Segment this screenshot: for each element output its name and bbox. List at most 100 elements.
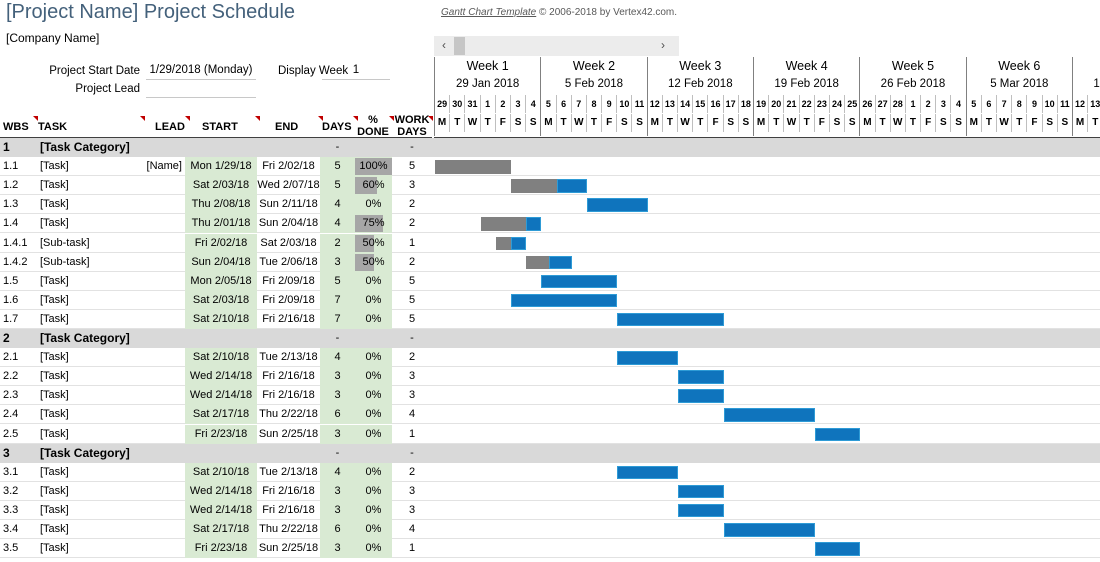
cell-end-date[interactable]: Tue 2/13/18 xyxy=(257,463,320,482)
task-category-row[interactable]: 1 [Task Category] - - xyxy=(0,138,1100,158)
table-row[interactable]: 2.3 [Task] Wed 2/14/18 Fri 2/16/18 3 0% 3 xyxy=(0,386,1100,406)
cell-end-date[interactable]: Fri 2/09/18 xyxy=(257,291,320,310)
cell-start-date[interactable]: Thu 2/08/18 xyxy=(185,195,257,215)
cell-end-date[interactable]: Sun 2/04/18 xyxy=(257,214,320,233)
gantt-bar-remaining[interactable] xyxy=(678,389,724,403)
cell-wbs[interactable]: 1.4 xyxy=(3,214,39,233)
cell-task[interactable]: [Task] xyxy=(40,482,145,501)
cell-lead[interactable] xyxy=(140,520,185,539)
gantt-bar-remaining[interactable] xyxy=(678,370,724,384)
gantt-bar-remaining[interactable] xyxy=(617,312,724,327)
cell-pct-done[interactable]: 100% xyxy=(355,157,392,177)
cell-end-date[interactable]: Sat 2/03/18 xyxy=(257,234,320,253)
cell-wbs[interactable]: 2 xyxy=(3,329,39,348)
cell-wbs[interactable]: 3 xyxy=(3,444,39,463)
cell-lead[interactable] xyxy=(140,367,185,386)
column-header-work-days[interactable]: WORK DAYS xyxy=(392,114,432,138)
cell-days[interactable]: - xyxy=(320,444,355,463)
cell-start-date[interactable]: Sat 2/17/18 xyxy=(185,405,257,425)
cell-task[interactable]: [Task Category] xyxy=(40,444,220,463)
cell-task[interactable]: [Task] xyxy=(40,501,145,520)
cell-pct-done[interactable]: 50% xyxy=(355,233,392,253)
cell-lead[interactable] xyxy=(140,463,185,482)
table-row[interactable]: 3.3 [Task] Wed 2/14/18 Fri 2/16/18 3 0% 3 xyxy=(0,500,1100,520)
cell-end-date[interactable]: Fri 2/02/18 xyxy=(257,157,320,176)
cell-start-date[interactable]: Mon 2/05/18 xyxy=(185,271,257,291)
cell-wbs[interactable]: 1.7 xyxy=(3,310,39,329)
gantt-bar-remaining[interactable] xyxy=(723,408,815,422)
scroll-right-icon[interactable]: › xyxy=(655,36,671,56)
cell-task[interactable]: [Task] xyxy=(40,310,145,329)
template-credit-link[interactable]: Gantt Chart Template xyxy=(441,7,536,18)
cell-pct-done[interactable]: 0% xyxy=(355,481,392,501)
cell-days[interactable]: 2 xyxy=(320,233,355,253)
cell-days[interactable]: 5 xyxy=(320,176,355,196)
column-header-wbs[interactable]: WBS xyxy=(3,121,29,133)
table-row[interactable]: 1.7 [Task] Sat 2/10/18 Fri 2/16/18 7 0% 5 xyxy=(0,309,1100,329)
cell-start-date[interactable]: Fri 2/23/18 xyxy=(185,424,257,444)
gantt-bar-remaining[interactable] xyxy=(617,465,679,480)
cell-task[interactable]: [Task] xyxy=(40,195,145,214)
cell-task[interactable]: [Task] xyxy=(40,425,145,444)
cell-pct-done[interactable]: 0% xyxy=(355,367,392,387)
cell-lead[interactable] xyxy=(140,176,185,195)
gantt-bar-remaining[interactable] xyxy=(723,523,815,537)
cell-days[interactable]: 3 xyxy=(320,481,355,501)
table-row[interactable]: 1.2 [Task] Sat 2/03/18 Wed 2/07/18 5 60% 3 xyxy=(0,176,1100,196)
cell-task[interactable]: [Task] xyxy=(40,539,145,558)
cell-end-date[interactable]: Fri 2/16/18 xyxy=(257,310,320,329)
cell-end-date[interactable]: Sun 2/11/18 xyxy=(257,195,320,214)
cell-pct-done[interactable]: 50% xyxy=(355,252,392,272)
cell-work-days[interactable]: 2 xyxy=(392,195,432,214)
cell-task[interactable]: [Task] xyxy=(40,386,145,405)
table-row[interactable]: 2.2 [Task] Wed 2/14/18 Fri 2/16/18 3 0% 3 xyxy=(0,367,1100,387)
cell-wbs[interactable]: 3.4 xyxy=(3,520,39,539)
cell-start-date[interactable]: Mon 1/29/18 xyxy=(185,157,257,177)
cell-start-date[interactable]: Sat 2/10/18 xyxy=(185,309,257,329)
table-row[interactable]: 2.1 [Task] Sat 2/10/18 Tue 2/13/18 4 0% 2 xyxy=(0,348,1100,368)
column-header-end[interactable]: END xyxy=(275,121,298,133)
cell-task[interactable]: [Task] xyxy=(40,463,145,482)
cell-lead[interactable] xyxy=(140,291,185,310)
table-row[interactable]: 1.3 [Task] Thu 2/08/18 Sun 2/11/18 4 0% 2 xyxy=(0,195,1100,215)
cell-task[interactable]: [Task] xyxy=(40,214,145,233)
table-row[interactable]: 1.6 [Task] Sat 2/03/18 Fri 2/09/18 7 0% 5 xyxy=(0,290,1100,310)
cell-pct-done[interactable]: 0% xyxy=(355,271,392,291)
cell-pct-done[interactable]: 0% xyxy=(355,348,392,368)
table-row[interactable]: 1.1 [Task] [Name] Mon 1/29/18 Fri 2/02/18 5 10… xyxy=(0,157,1100,177)
cell-days[interactable]: 3 xyxy=(320,500,355,520)
cell-work-days[interactable]: - xyxy=(392,138,432,157)
cell-work-days[interactable]: 3 xyxy=(392,367,432,386)
cell-wbs[interactable]: 1 xyxy=(3,138,39,157)
gantt-bar-completed[interactable] xyxy=(510,179,557,193)
gantt-bar-remaining[interactable] xyxy=(617,351,679,365)
cell-wbs[interactable]: 1.1 xyxy=(3,157,39,176)
cell-wbs[interactable]: 1.6 xyxy=(3,291,39,310)
table-row[interactable]: 2.5 [Task] Fri 2/23/18 Sun 2/25/18 3 0% 1 xyxy=(0,424,1100,444)
cell-pct-done[interactable]: 0% xyxy=(355,386,392,406)
cell-wbs[interactable]: 2.5 xyxy=(3,425,39,444)
cell-work-days[interactable]: 4 xyxy=(392,520,432,539)
task-category-row[interactable]: 3 [Task Category] - - xyxy=(0,443,1100,463)
project-lead-value[interactable] xyxy=(146,82,256,98)
cell-lead[interactable] xyxy=(140,425,185,444)
cell-lead[interactable] xyxy=(140,253,185,272)
gantt-bar-remaining[interactable] xyxy=(526,217,542,231)
gantt-bar-remaining[interactable] xyxy=(541,274,618,289)
cell-wbs[interactable]: 2.3 xyxy=(3,386,39,405)
cell-days[interactable]: 3 xyxy=(320,424,355,444)
cell-days[interactable]: 5 xyxy=(320,157,355,177)
cell-work-days[interactable]: 2 xyxy=(392,348,432,367)
cell-wbs[interactable]: 3.5 xyxy=(3,539,39,558)
cell-end-date[interactable]: Fri 2/09/18 xyxy=(257,272,320,291)
table-row[interactable]: 1.4.2 [Sub-task] Sun 2/04/18 Tue 2/06/18 3 50… xyxy=(0,252,1100,272)
cell-task[interactable]: [Task Category] xyxy=(40,138,220,157)
cell-days[interactable]: - xyxy=(320,138,355,157)
cell-wbs[interactable]: 1.2 xyxy=(3,176,39,195)
column-header-pct-done[interactable]: % DONE xyxy=(355,114,391,138)
cell-task[interactable]: [Task] xyxy=(40,176,145,195)
cell-days[interactable]: 6 xyxy=(320,520,355,540)
cell-end-date[interactable]: Tue 2/06/18 xyxy=(257,253,320,272)
cell-task[interactable]: [Sub-task] xyxy=(40,234,145,253)
cell-start-date[interactable]: Sat 2/10/18 xyxy=(185,348,257,368)
